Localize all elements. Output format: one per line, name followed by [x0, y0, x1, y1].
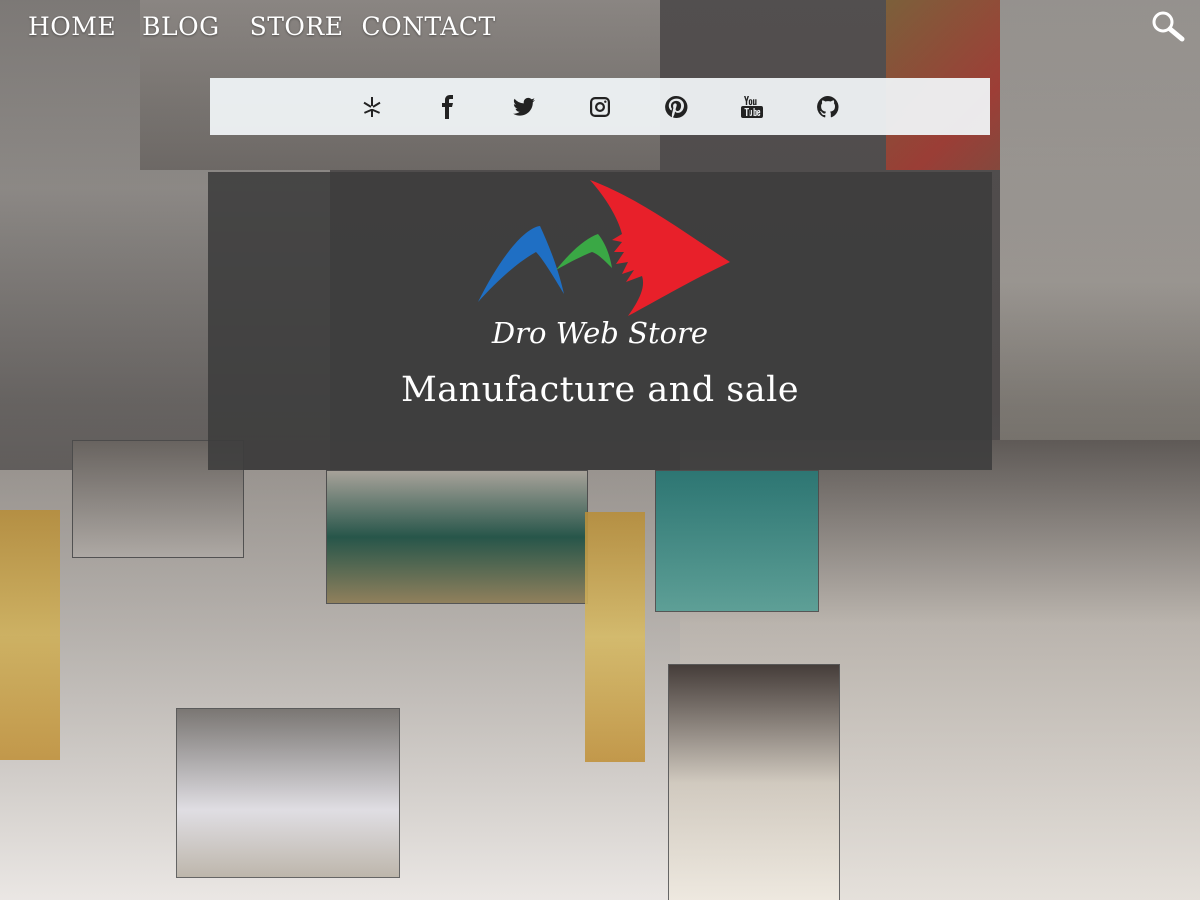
hero-tagline: Manufacture and sale — [400, 370, 800, 410]
logo-green-peak — [556, 234, 612, 270]
nav-contact-link[interactable]: CONTACT — [361, 10, 495, 44]
instagram-icon[interactable] — [580, 87, 620, 127]
hero-banner: Dro Web Store Manufacture and sale — [208, 172, 992, 470]
pinterest-icon[interactable] — [656, 87, 696, 127]
search-icon[interactable] — [1150, 10, 1186, 42]
dro-logo[interactable] — [478, 178, 738, 318]
logo-red-arrow — [590, 180, 730, 316]
logo-blue-peak — [478, 226, 564, 302]
facebook-icon[interactable] — [428, 87, 468, 127]
nav-home-link[interactable]: HOME — [28, 10, 116, 44]
social-links-bar — [210, 78, 990, 135]
twitter-icon[interactable] — [504, 87, 544, 127]
main-nav: HOME BLOG STORE CONTACT — [28, 10, 522, 44]
nav-store-link[interactable]: STORE — [250, 10, 344, 44]
nav-blog-link[interactable]: BLOG — [142, 10, 219, 44]
github-icon[interactable] — [808, 87, 848, 127]
yelp-icon[interactable] — [352, 87, 392, 127]
brand-name: Dro Web Store — [491, 316, 709, 350]
youtube-icon[interactable] — [732, 87, 772, 127]
